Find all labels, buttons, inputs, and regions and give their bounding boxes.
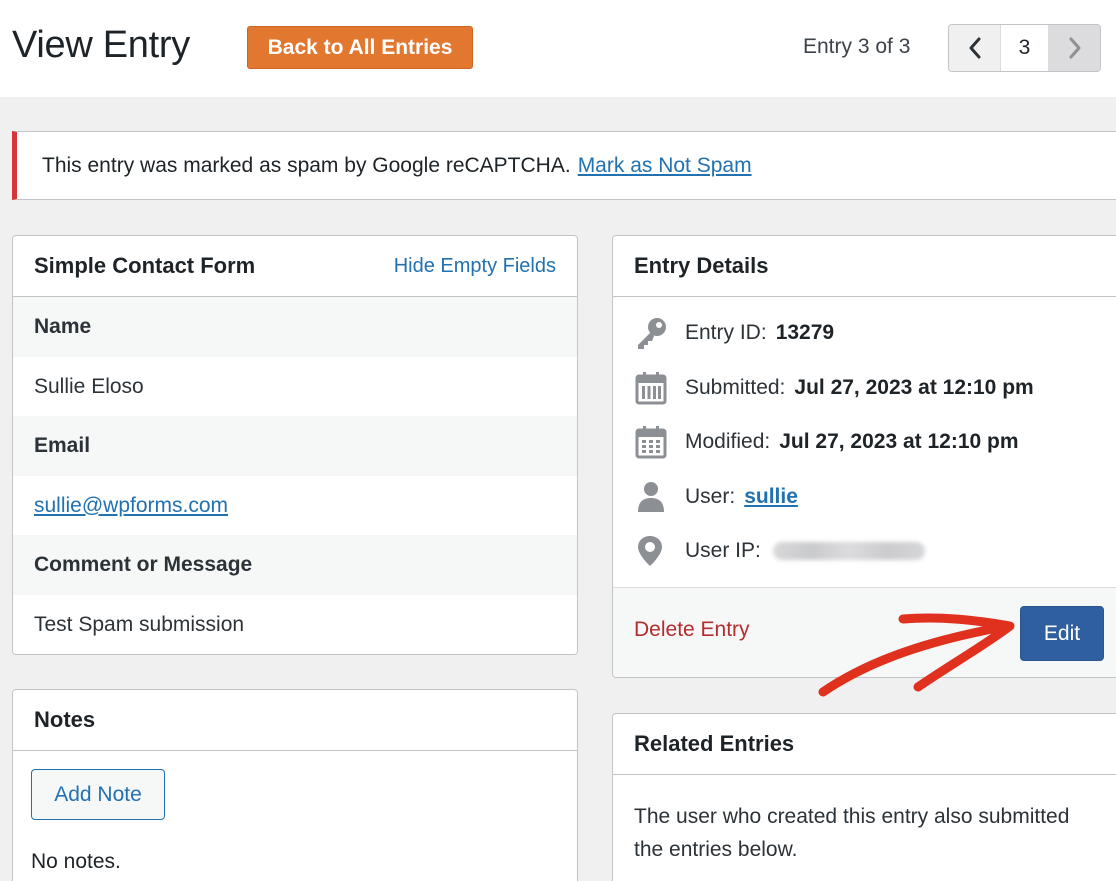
entry-details-header: Entry Details bbox=[613, 236, 1116, 297]
spam-notice-text: This entry was marked as spam by Google … bbox=[42, 153, 571, 177]
entry-count: Entry 3 of 3 bbox=[803, 35, 911, 58]
user-icon bbox=[635, 479, 673, 515]
field-value-message: Test Spam submission bbox=[13, 595, 577, 654]
related-entries-header: Related Entries bbox=[613, 714, 1116, 775]
spam-notice: This entry was marked as spam by Google … bbox=[12, 131, 1116, 200]
related-entries-text: The user who created this entry also sub… bbox=[634, 805, 1070, 861]
form-fields-header: Simple Contact Form Hide Empty Fields bbox=[13, 236, 577, 297]
modified-value: Jul 27, 2023 at 12:10 pm bbox=[779, 430, 1019, 453]
current-entry-number: 3 bbox=[1000, 25, 1049, 71]
submitted-value: Jul 27, 2023 at 12:10 pm bbox=[794, 376, 1034, 399]
detail-user: User: sullie bbox=[635, 479, 798, 515]
user-label: User: bbox=[685, 485, 736, 508]
entry-details-actions: Delete Entry Edit bbox=[613, 587, 1116, 677]
calendar-grid-icon bbox=[635, 424, 673, 460]
entry-details-panel: Entry Details Entry ID: 13279 Submitted:… bbox=[612, 235, 1116, 678]
field-label-message: Comment or Message bbox=[13, 535, 577, 595]
mark-as-not-spam-link[interactable]: Mark as Not Spam bbox=[578, 154, 752, 178]
detail-user-ip: User IP: bbox=[635, 533, 925, 569]
detail-entry-id: Entry ID: 13279 bbox=[635, 315, 834, 351]
location-pin-icon bbox=[635, 533, 673, 569]
modified-label: Modified: bbox=[685, 430, 771, 453]
detail-modified: Modified: Jul 27, 2023 at 12:10 pm bbox=[635, 424, 1019, 460]
entry-id-value: 13279 bbox=[775, 321, 835, 344]
add-note-button[interactable]: Add Note bbox=[31, 769, 165, 820]
related-entries-panel: Related Entries The user who created thi… bbox=[612, 713, 1116, 881]
back-to-all-entries-button[interactable]: Back to All Entries bbox=[247, 26, 473, 69]
field-value-name: Sullie Eloso bbox=[13, 357, 577, 416]
field-value-email: sullie@wpforms.com bbox=[13, 476, 577, 535]
entry-id-label: Entry ID: bbox=[685, 321, 767, 344]
email-link[interactable]: sullie@wpforms.com bbox=[34, 494, 228, 518]
notes-title: Notes bbox=[34, 707, 96, 732]
entry-details-title: Entry Details bbox=[634, 253, 769, 278]
detail-submitted: Submitted: Jul 27, 2023 at 12:10 pm bbox=[635, 370, 1034, 406]
field-label-email: Email bbox=[13, 416, 577, 476]
submitted-label: Submitted: bbox=[685, 376, 786, 399]
entry-pager: 3 bbox=[948, 24, 1101, 72]
chevron-left-icon bbox=[969, 37, 980, 59]
calendar-icon bbox=[635, 370, 673, 406]
form-fields-panel: Simple Contact Form Hide Empty Fields Na… bbox=[12, 235, 578, 655]
field-label-name: Name bbox=[13, 297, 577, 357]
next-entry-button[interactable] bbox=[1049, 25, 1100, 71]
user-ip-label: User IP: bbox=[685, 539, 761, 562]
edit-button[interactable]: Edit bbox=[1020, 606, 1104, 661]
notes-panel: Notes Add Note No notes. bbox=[12, 689, 578, 881]
previous-entry-button[interactable] bbox=[949, 25, 1000, 71]
no-notes-text: No notes. bbox=[31, 850, 121, 873]
delete-entry-link[interactable]: Delete Entry bbox=[634, 618, 750, 642]
page-header: View Entry Back to All Entries Entry 3 o… bbox=[0, 0, 1116, 97]
chevron-right-icon bbox=[1069, 37, 1080, 59]
user-ip-redacted bbox=[772, 542, 925, 560]
user-link[interactable]: sullie bbox=[744, 485, 798, 509]
notes-header: Notes bbox=[13, 690, 577, 751]
page-title: View Entry bbox=[12, 24, 190, 66]
form-title: Simple Contact Form bbox=[34, 253, 256, 278]
key-icon bbox=[635, 315, 673, 351]
related-entries-title: Related Entries bbox=[634, 731, 795, 756]
hide-empty-fields-link[interactable]: Hide Empty Fields bbox=[394, 255, 556, 278]
